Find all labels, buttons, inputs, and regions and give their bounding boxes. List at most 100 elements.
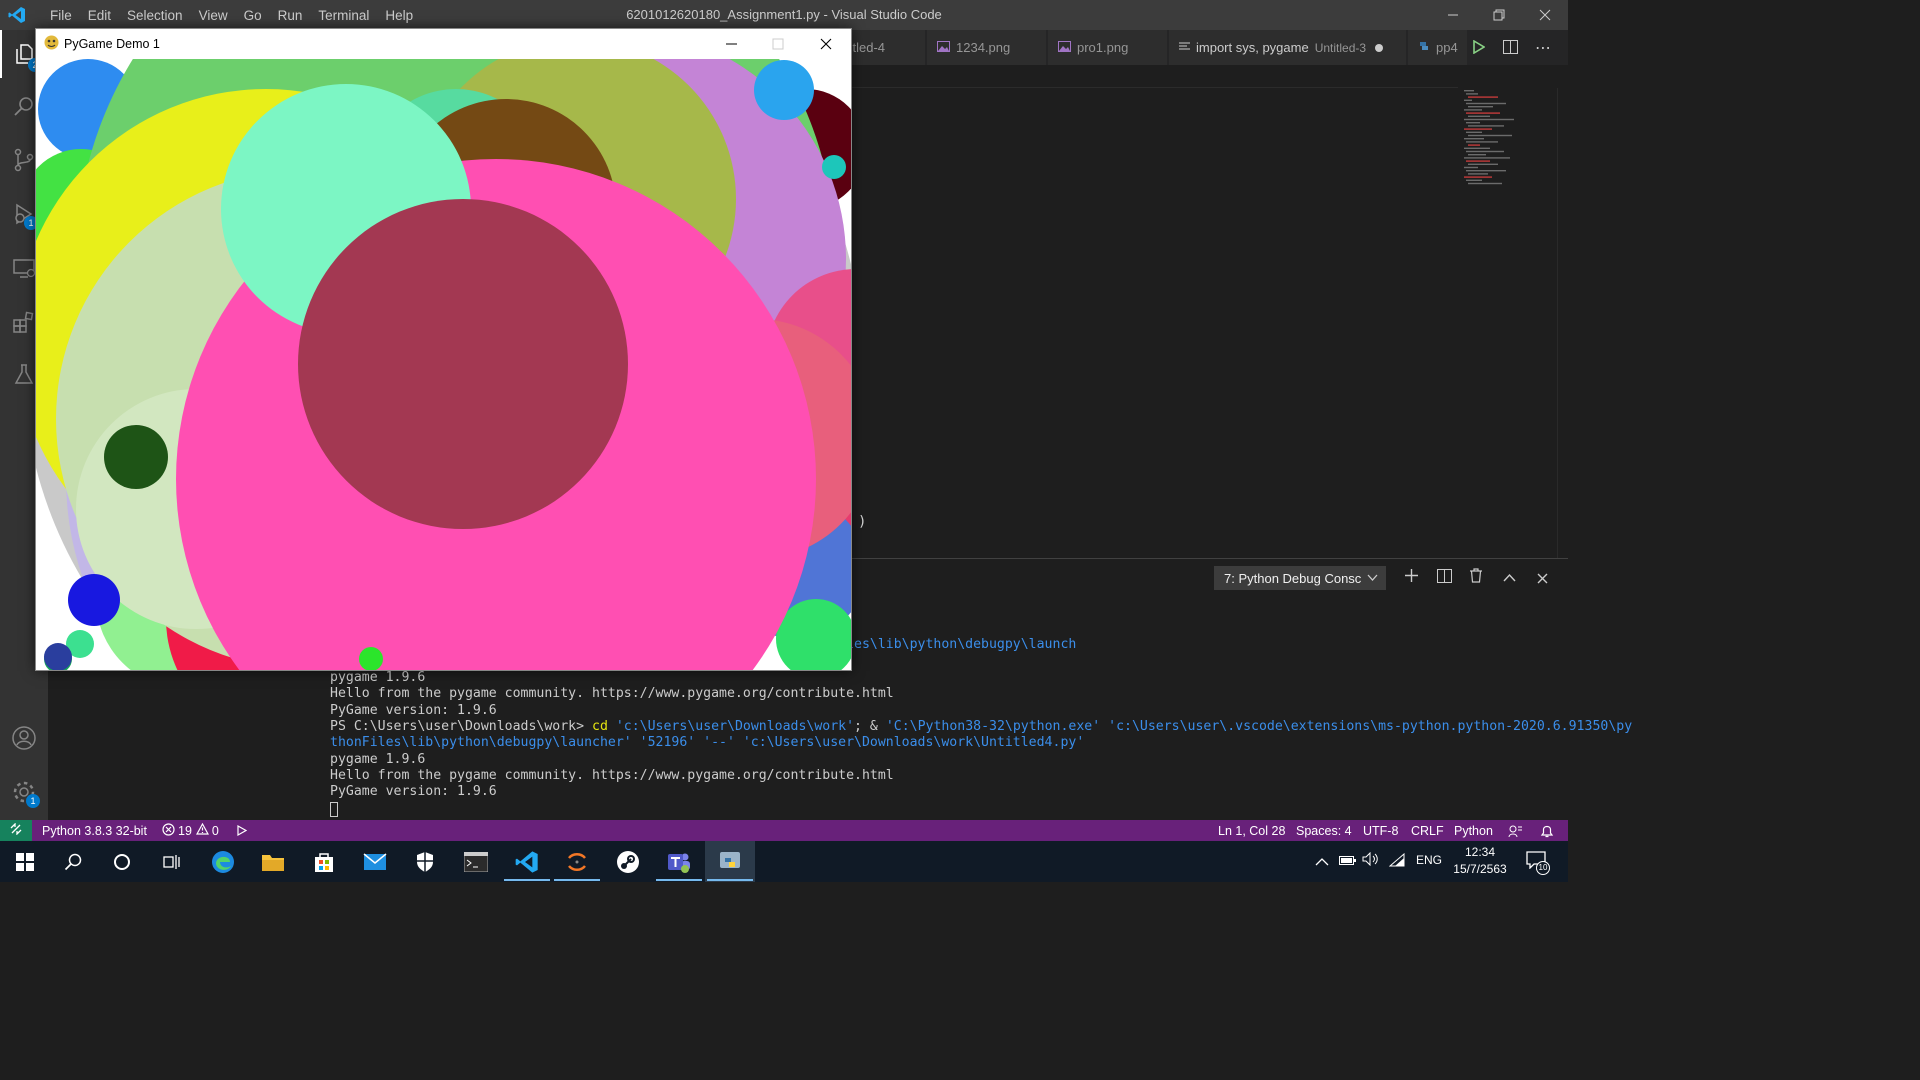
terminal-line: PyGame version: 1.9.6 [330, 703, 497, 718]
minimize-button[interactable] [1430, 0, 1476, 30]
battery-icon[interactable] [1339, 853, 1357, 871]
settings-gear-icon[interactable]: 1 [0, 768, 48, 816]
python-interpreter[interactable]: Python 3.8.3 32-bit [42, 820, 147, 841]
notifications-bell-icon[interactable] [1540, 820, 1554, 841]
python-icon [1418, 40, 1430, 55]
action-center-icon[interactable]: 10 [1526, 851, 1550, 875]
cursor-position[interactable]: Ln 1, Col 28 [1218, 820, 1285, 841]
vscode-taskbar-icon[interactable] [502, 841, 552, 882]
minimap-line [1466, 93, 1478, 95]
terminal-args: 'c:\Users\user\.vscode\extensions\ms-pyt… [1100, 719, 1633, 734]
terminal-amp: ; & [854, 719, 886, 734]
active-indicator [707, 879, 753, 881]
run-debug-icon[interactable] [237, 820, 247, 841]
trash-icon[interactable] [1469, 568, 1483, 588]
scrollbar-track[interactable] [1557, 88, 1558, 558]
minimap[interactable] [1462, 88, 1558, 188]
active-indicator [656, 879, 702, 881]
volume-icon[interactable] [1362, 851, 1379, 871]
minimap-line [1468, 163, 1498, 165]
jupyter-icon[interactable] [552, 841, 602, 882]
pygame-window-title: PyGame Demo 1 [64, 37, 160, 51]
minimap-line [1464, 138, 1484, 140]
pygame-canvas[interactable] [36, 59, 851, 670]
minimap-line [1464, 109, 1482, 111]
minimap-line [1468, 154, 1486, 156]
pygame-minimize-button[interactable] [720, 37, 744, 54]
terminal-line: Hello from the pygame community. https:/… [330, 768, 894, 783]
file-explorer-icon[interactable] [248, 841, 298, 882]
terminal-line: Hello from the pygame community. https:/… [330, 686, 894, 701]
more-actions-icon[interactable]: ⋯ [1535, 38, 1551, 58]
line-ending[interactable]: CRLF [1411, 820, 1444, 841]
command-prompt-icon[interactable] [451, 841, 501, 882]
clock-time: 12:34 [1464, 845, 1496, 859]
minimap-line [1466, 122, 1480, 124]
pygame-title-bar[interactable]: PyGame Demo 1 [36, 29, 851, 59]
minimap-line [1464, 118, 1514, 121]
indentation[interactable]: Spaces: 4 [1296, 820, 1352, 841]
python-pygame-taskbar-icon[interactable] [705, 841, 755, 882]
terminal-select[interactable]: 7: Python Debug Consc [1214, 566, 1386, 590]
task-view-icon[interactable] [147, 841, 197, 882]
minimap-line [1466, 179, 1482, 181]
minimap-line [1466, 102, 1506, 105]
account-icon[interactable] [0, 714, 48, 762]
window-title: 6201012620180_Assignment1.py - Visual St… [626, 7, 942, 22]
unsaved-dot-icon[interactable] [1375, 43, 1384, 52]
ms-store-icon[interactable] [299, 841, 349, 882]
status-bar: Python 3.8.3 32-bit 19 0 Ln 1, Col 28 Sp… [0, 820, 1568, 841]
encoding[interactable]: UTF-8 [1363, 820, 1398, 841]
minimap-line [1468, 173, 1488, 175]
tab-description: Untitled-3 [1314, 40, 1367, 55]
warning-icon [195, 822, 209, 838]
windows-start-icon[interactable] [0, 841, 50, 882]
remote-indicator[interactable] [0, 820, 32, 841]
run-python-icon[interactable] [1471, 39, 1486, 59]
minimap-line [1464, 99, 1472, 101]
image-icon [937, 40, 950, 55]
wifi-icon[interactable] [1388, 852, 1405, 872]
tab-pro1-png[interactable]: pro1.png [1048, 30, 1168, 65]
minimap-line [1466, 160, 1490, 162]
taskbar-search-icon[interactable] [48, 841, 98, 882]
pygame-close-button[interactable] [814, 37, 838, 54]
minimap-line [1468, 144, 1480, 146]
pygame-window[interactable]: PyGame Demo 1 [35, 28, 852, 671]
text-lines-icon [1179, 40, 1190, 55]
restore-button[interactable] [1476, 0, 1522, 30]
steam-icon[interactable] [603, 841, 653, 882]
split-editor-icon[interactable] [1503, 40, 1518, 59]
minimap-line [1464, 147, 1490, 149]
cortana-icon[interactable] [97, 841, 147, 882]
minimap-line [1466, 150, 1504, 153]
minimap-line [1468, 106, 1493, 108]
pygame-maximize-button[interactable] [766, 37, 790, 54]
close-panel-icon[interactable] [1537, 571, 1548, 589]
mail-icon[interactable] [350, 841, 400, 882]
language-mode[interactable]: Python [1454, 820, 1493, 841]
minimap-line [1466, 170, 1506, 172]
terminal-cursor[interactable] [330, 802, 338, 817]
close-window-button[interactable] [1522, 0, 1568, 30]
edge-browser-icon[interactable] [198, 841, 248, 882]
show-hidden-icons-icon[interactable] [1315, 854, 1329, 872]
input-language[interactable]: ENG [1416, 853, 1442, 867]
split-terminal-icon[interactable] [1437, 569, 1452, 588]
tab-untitled-3[interactable]: import sys, pygame Untitled-3 [1169, 30, 1407, 65]
tab-pp4[interactable]: pp4 [1408, 30, 1468, 65]
feedback-icon[interactable] [1508, 820, 1523, 841]
warning-count: 0 [211, 823, 219, 838]
new-terminal-icon[interactable] [1404, 568, 1419, 588]
terminal-line: thonFiles\lib\python\debugpy\launcher' '… [330, 735, 1085, 750]
terminal-select-value: 7: Python Debug Consc [1224, 570, 1362, 586]
windows-security-icon[interactable] [400, 841, 450, 882]
teams-icon[interactable] [654, 841, 704, 882]
pygame-snake-icon [44, 35, 59, 53]
problems-indicator[interactable]: 19 0 [162, 820, 219, 841]
clock[interactable]: 12:34 15/7/2563 [1450, 844, 1510, 878]
maximize-panel-icon[interactable] [1503, 570, 1516, 588]
terminal-path: 'c:\Users\user\Downloads\work' [615, 719, 855, 734]
tab-1234-png[interactable]: 1234.png [927, 30, 1047, 65]
terminal-exe: 'C:\Python38-32\python.exe' [885, 719, 1101, 734]
